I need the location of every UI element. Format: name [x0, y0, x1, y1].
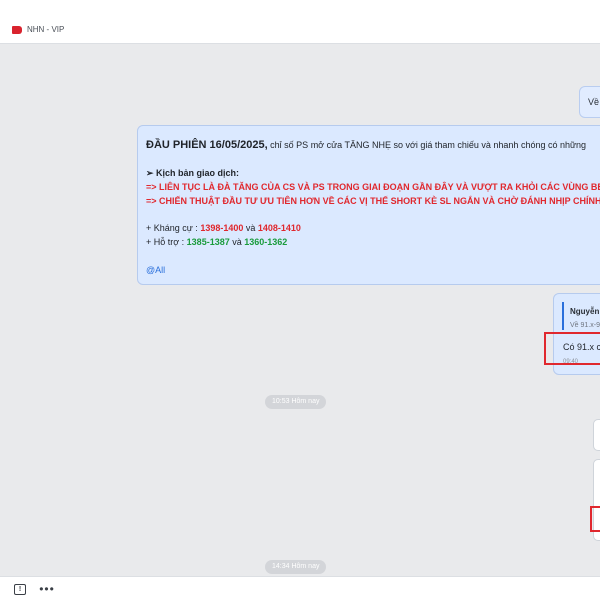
quoted-message[interactable]: Nguyễn Về 91.x-9: [562, 302, 600, 330]
scenario-line-1: => LIÊN TỤC LÀ ĐÀ TĂNG CỦA CS VÀ PS TRON…: [146, 182, 600, 192]
reply-icon[interactable]: !: [13, 582, 27, 596]
quote-text: Về 91.x-9: [570, 322, 600, 329]
message-bubble-right[interactable]: [593, 419, 600, 451]
more-icon[interactable]: •••: [39, 582, 54, 596]
group-tag-label: NHN - VIP: [27, 25, 65, 34]
scenario-line-2: => CHIẾN THUẬT ĐẦU TƯ ƯU TIÊN HƠN VỀ CÁC…: [146, 196, 600, 206]
tag-icon: [12, 25, 22, 34]
message-headline: ĐẦU PHIÊN 16/05/2025, chỉ số PS mở cửa T…: [146, 139, 587, 151]
bottom-toolbar: ! •••: [0, 576, 600, 601]
highlight-box: [544, 332, 600, 365]
top-bar: NHN - VIP: [0, 0, 600, 44]
support-line: + Hỗ trợ : 1385-1387 và 1360-1362: [146, 237, 288, 247]
chat-area[interactable]: Về ĐẦU PHIÊN 16/05/2025, chỉ số PS mở cử…: [0, 44, 600, 576]
message-bubble-top-right[interactable]: Về: [579, 86, 600, 118]
quote-author: Nguyễn: [570, 307, 600, 316]
message-text: Về: [588, 97, 600, 107]
message-bubble-main[interactable]: ĐẦU PHIÊN 16/05/2025, chỉ số PS mở cửa T…: [137, 125, 600, 285]
resistance-line: + Kháng cự : 1398-1400 và 1408-1410: [146, 223, 301, 233]
mention-all[interactable]: @All: [146, 263, 165, 277]
time-divider: 10:53 Hôm nay: [265, 395, 327, 409]
time-divider: 14:34 Hôm nay: [265, 560, 327, 574]
group-tag[interactable]: NHN - VIP: [12, 25, 64, 34]
scenario-title: ➢ Kịch bản giao dịch:: [146, 168, 240, 178]
highlight-box: [590, 506, 600, 532]
